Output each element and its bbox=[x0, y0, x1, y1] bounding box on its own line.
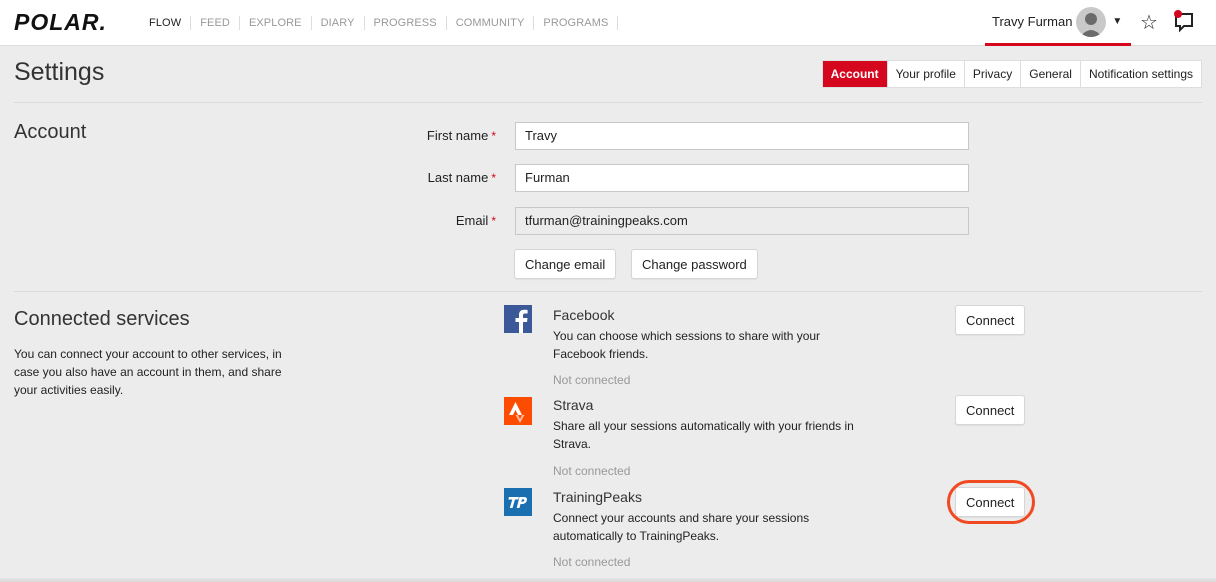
nav-feed[interactable]: FEED bbox=[191, 16, 240, 30]
trainingpeaks-status: Not connected bbox=[553, 555, 631, 569]
nav-progress[interactable]: PROGRESS bbox=[365, 16, 447, 30]
top-nav-bar: POLAR. FLOW FEED EXPLORE DIARY PROGRESS … bbox=[0, 0, 1216, 46]
required-mark: * bbox=[491, 214, 496, 228]
main-nav: FLOW FEED EXPLORE DIARY PROGRESS COMMUNI… bbox=[140, 0, 619, 46]
tab-privacy[interactable]: Privacy bbox=[963, 61, 1020, 87]
first-name-label-text: First name bbox=[426, 128, 489, 143]
user-menu[interactable]: Travy Furman ▼ bbox=[985, 0, 1131, 46]
user-silhouette-icon bbox=[1080, 12, 1103, 37]
trainingpeaks-icon bbox=[504, 488, 532, 516]
connected-services-title: Connected services bbox=[14, 308, 190, 330]
trainingpeaks-service-name: TrainingPeaks bbox=[553, 489, 642, 505]
connected-services-description: You can connect your account to other se… bbox=[14, 347, 282, 397]
strava-status: Not connected bbox=[553, 464, 631, 478]
nav-flow[interactable]: FLOW bbox=[140, 16, 192, 30]
facebook-service-description: You can choose which sessions to share w… bbox=[553, 329, 821, 361]
nav-explore[interactable]: EXPLORE bbox=[240, 16, 312, 30]
settings-tabs: Account Your profile Privacy General Not… bbox=[821, 60, 1202, 88]
section-divider bbox=[14, 291, 1202, 292]
tab-your-profile[interactable]: Your profile bbox=[886, 61, 964, 87]
section-divider bbox=[14, 102, 1202, 103]
avatar bbox=[1076, 6, 1107, 37]
nav-community[interactable]: COMMUNITY bbox=[447, 16, 535, 30]
polar-logo[interactable]: POLAR. bbox=[14, 7, 134, 37]
email-label-text: Email bbox=[455, 213, 489, 228]
polar-logo-text: POLAR. bbox=[14, 9, 107, 35]
notification-icon[interactable] bbox=[1172, 9, 1196, 33]
user-name: Travy Furman bbox=[992, 14, 1073, 29]
last-name-label-text: Last name bbox=[427, 170, 489, 185]
strava-service-name: Strava bbox=[553, 397, 594, 413]
strava-service-description: Share all your sessions automatically wi… bbox=[553, 419, 854, 451]
page-title: Settings bbox=[14, 58, 105, 86]
strava-icon bbox=[504, 397, 532, 425]
chevron-down-icon: ▼ bbox=[1112, 16, 1123, 27]
tab-notification-settings[interactable]: Notification settings bbox=[1079, 61, 1201, 87]
facebook-connect-button[interactable]: Connect bbox=[955, 305, 1026, 335]
tab-account[interactable]: Account bbox=[822, 61, 887, 87]
required-mark: * bbox=[491, 129, 496, 143]
required-mark: * bbox=[491, 171, 496, 185]
trainingpeaks-service-description: Connect your accounts and share your ses… bbox=[553, 511, 810, 543]
strava-connect-button[interactable]: Connect bbox=[955, 395, 1026, 425]
nav-programs[interactable]: PROGRAMS bbox=[534, 16, 619, 30]
tab-general[interactable]: General bbox=[1020, 61, 1080, 87]
star-icon[interactable]: ☆ bbox=[1140, 10, 1158, 35]
facebook-icon bbox=[504, 305, 532, 333]
bottom-shade bbox=[0, 578, 1216, 582]
change-password-button[interactable]: Change password bbox=[631, 249, 758, 279]
last-name-field[interactable]: Furman bbox=[515, 164, 969, 192]
change-email-button[interactable]: Change email bbox=[514, 249, 617, 279]
email-label: Email * bbox=[376, 213, 496, 228]
nav-diary[interactable]: DIARY bbox=[312, 16, 365, 30]
facebook-status: Not connected bbox=[553, 373, 631, 387]
email-field: tfurman@trainingpeaks.com bbox=[515, 207, 969, 235]
first-name-label: First name * bbox=[376, 128, 496, 143]
account-section-title: Account bbox=[14, 121, 87, 143]
highlight-ring bbox=[947, 480, 1035, 524]
facebook-service-name: Facebook bbox=[553, 307, 615, 323]
first-name-field[interactable]: Travy bbox=[515, 122, 969, 150]
last-name-label: Last name * bbox=[376, 170, 496, 185]
